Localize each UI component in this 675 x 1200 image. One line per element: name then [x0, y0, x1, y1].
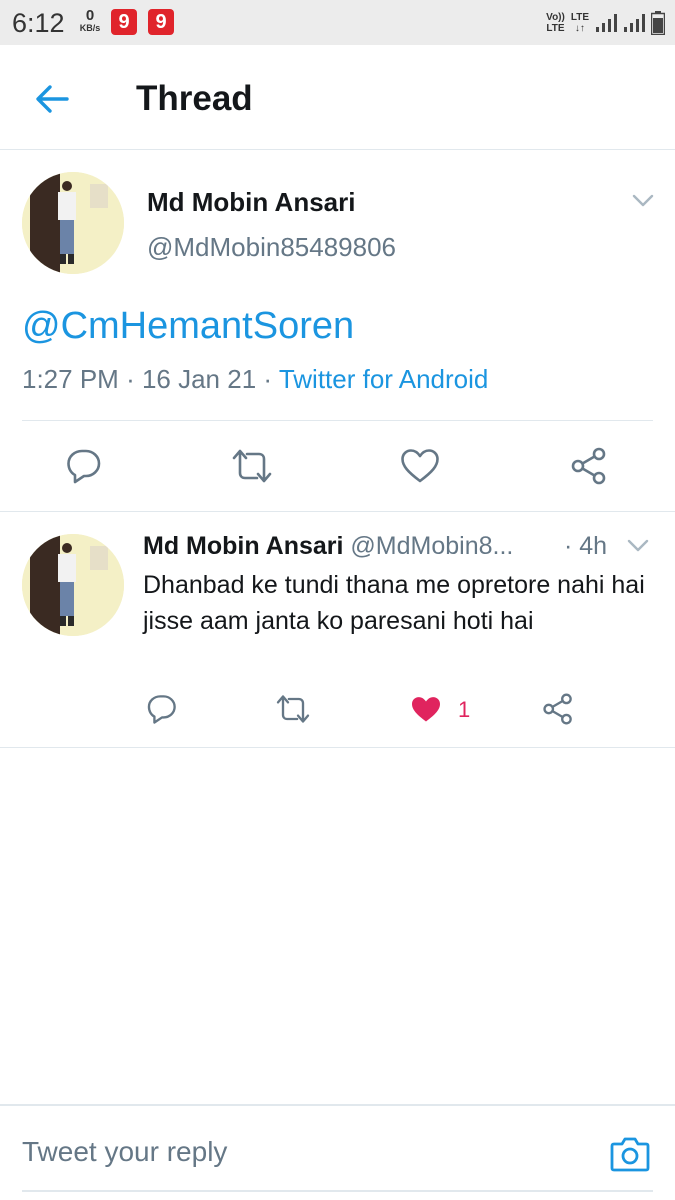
chevron-down-icon[interactable] [624, 534, 652, 556]
retweet-icon[interactable] [231, 448, 273, 484]
tweet-time: 1:27 PM [22, 364, 119, 394]
signal-icon [596, 14, 617, 32]
share-button[interactable] [536, 687, 580, 731]
camera-button[interactable] [608, 1134, 652, 1174]
lte-label: LTE [546, 23, 565, 34]
battery-icon [651, 11, 665, 35]
like-icon[interactable] [400, 448, 440, 484]
chevron-down-icon[interactable] [628, 188, 658, 212]
retweet-button[interactable] [271, 687, 315, 731]
tweet-meta: 1:27 PM · 16 Jan 21 · Twitter for Androi… [22, 364, 488, 395]
reply-button[interactable] [140, 687, 184, 731]
tweet-date: 16 Jan 21 [141, 364, 257, 394]
status-bar: 6:12 0 KB/s 9 9 Vo)) LTE LTE ↓↑ [0, 0, 675, 45]
like-button[interactable] [404, 687, 448, 731]
volte-label: Vo)) [546, 12, 565, 23]
share-icon[interactable] [542, 693, 574, 725]
thread-header: Thread [0, 45, 675, 150]
avatar-photo [22, 172, 124, 274]
meta-separator: · [126, 364, 142, 394]
tweet-source-link[interactable]: Twitter for Android [279, 364, 489, 394]
reply-header: Md Mobin Ansari @MdMobin8... [143, 532, 623, 561]
avatar-photo [22, 534, 124, 636]
meta-separator: · [263, 364, 279, 394]
network-speed-value: 0 [85, 7, 95, 24]
reply-tweet[interactable]: Md Mobin Ansari @MdMobin8... · 4h Dhanba… [0, 512, 675, 748]
signal-icon [624, 14, 645, 32]
like-button[interactable] [398, 444, 442, 488]
page-title: Thread [136, 79, 253, 118]
lte-data-indicator: LTE ↓↑ [571, 12, 589, 34]
share-button[interactable] [567, 444, 611, 488]
tweet-actions [0, 420, 675, 512]
tweet-actions [0, 687, 675, 737]
network-speed-unit: KB/s [79, 23, 101, 33]
back-button[interactable] [28, 75, 76, 123]
author-handle[interactable]: @MdMobin8... [350, 532, 513, 560]
input-underline [22, 1190, 653, 1192]
retweet-button[interactable] [230, 444, 274, 488]
notification-badge-icon: 9 [148, 9, 174, 35]
back-arrow-icon[interactable] [35, 84, 69, 114]
tweet-text: Dhanbad ke tundi thana me opretore nahi … [143, 571, 645, 635]
tweet-mention-link[interactable]: @CmHemantSoren [22, 305, 354, 348]
volte-indicator: Vo)) LTE [546, 12, 565, 34]
tweet-reply-input[interactable] [22, 1136, 582, 1168]
camera-icon[interactable] [610, 1136, 650, 1172]
tweet-time: · 4h [560, 532, 608, 561]
retweet-icon[interactable] [275, 694, 311, 724]
network-speed: 0 KB/s [76, 8, 104, 34]
reply-icon[interactable] [65, 447, 103, 485]
like-count: 1 [458, 697, 471, 722]
status-indicators: Vo)) LTE LTE ↓↑ [546, 10, 665, 36]
status-time: 6:12 [12, 8, 65, 38]
reply-icon[interactable] [146, 693, 178, 725]
author-name[interactable]: Md Mobin Ansari [147, 187, 355, 218]
reply-composer [0, 1104, 675, 1200]
data-arrows-icon: ↓↑ [574, 23, 585, 34]
avatar[interactable] [22, 172, 124, 274]
lte-data-label: LTE [570, 12, 589, 23]
main-tweet[interactable]: Md Mobin Ansari @MdMobin85489806 @CmHema… [0, 150, 675, 512]
author-handle[interactable]: @MdMobin85489806 [147, 232, 396, 263]
author-name[interactable]: Md Mobin Ansari [143, 532, 343, 560]
avatar[interactable] [22, 534, 124, 636]
liked-heart-icon[interactable] [410, 695, 442, 724]
notification-badge-icon: 9 [111, 9, 137, 35]
reply-button[interactable] [62, 444, 106, 488]
share-icon[interactable] [570, 447, 608, 485]
